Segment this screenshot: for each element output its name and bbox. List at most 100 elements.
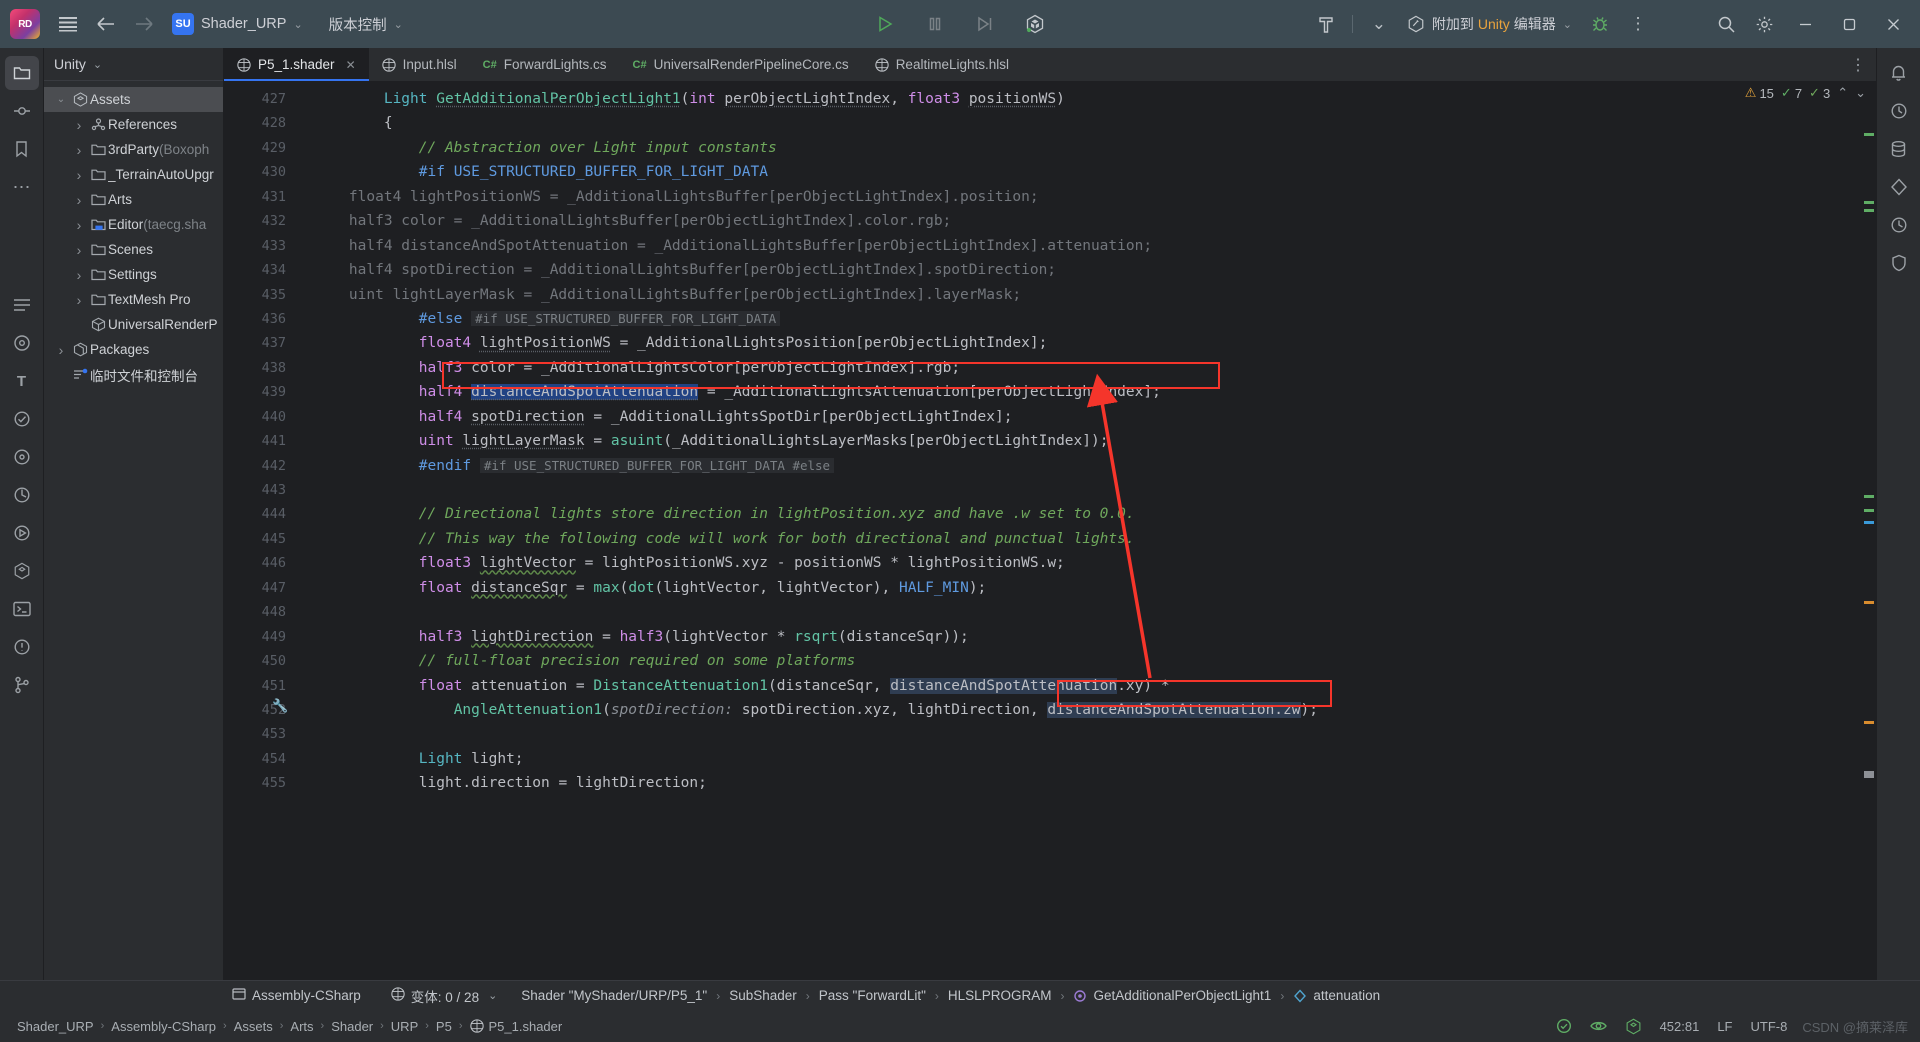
- security-icon[interactable]: [1882, 246, 1916, 280]
- fold-marker[interactable]: [296, 405, 314, 429]
- fold-marker[interactable]: [296, 429, 314, 453]
- warning-count-item[interactable]: ⚠ 15: [1745, 85, 1774, 101]
- fold-marker[interactable]: [296, 771, 314, 795]
- structure-tool-icon[interactable]: [5, 326, 39, 360]
- unity-tool-icon[interactable]: [5, 554, 39, 588]
- tree-item-universalrenderp[interactable]: UniversalRenderP: [44, 312, 223, 337]
- fold-marker[interactable]: [296, 527, 314, 551]
- code-line[interactable]: [314, 600, 1862, 624]
- unit-tests-tool-icon[interactable]: [5, 402, 39, 436]
- fold-marker[interactable]: [296, 454, 314, 478]
- code-line[interactable]: light.direction = lightDirection;: [314, 771, 1862, 795]
- fold-marker[interactable]: [296, 674, 314, 698]
- project-panel-header[interactable]: Unity ⌄: [44, 48, 223, 81]
- tab-bar-actions[interactable]: ⋮: [1850, 48, 1876, 81]
- pause-icon[interactable]: [917, 6, 953, 42]
- code-line[interactable]: #else #if USE_STRUCTURED_BUFFER_FOR_LIGH…: [314, 307, 1862, 331]
- code-line[interactable]: half3 color = _AdditionalLightsColor[per…: [314, 356, 1862, 380]
- nav-item[interactable]: HLSLPROGRAM: [940, 984, 1060, 1008]
- chevron-right-icon[interactable]: ›: [70, 217, 88, 233]
- tree-item-editor[interactable]: › Editor (taecg.sha: [44, 212, 223, 237]
- fold-marker[interactable]: [296, 283, 314, 307]
- attach-to-unity-widget[interactable]: 附加到 Unity 编辑器 ⌄: [1399, 9, 1580, 39]
- code-line[interactable]: half4 distanceAndSpotAttenuation = _Addi…: [314, 380, 1862, 404]
- debug-bug-icon[interactable]: [1582, 6, 1618, 42]
- wrench-icon[interactable]: 🔧: [272, 698, 288, 714]
- ai-assistant-icon[interactable]: [1882, 94, 1916, 128]
- tree-item-terrainautoupgr[interactable]: › _TerrainAutoUpgr: [44, 162, 223, 187]
- code-line[interactable]: half4 distanceAndSpotAttenuation = _Addi…: [314, 234, 1862, 258]
- hammer-build-icon[interactable]: [1308, 6, 1344, 42]
- tree-item-3rdparty[interactable]: › 3rdParty (Boxoph: [44, 137, 223, 162]
- nuget-tool-icon[interactable]: T: [5, 364, 39, 398]
- code-line[interactable]: uint lightLayerMask = asuint(_Additional…: [314, 429, 1862, 453]
- chevron-down-icon[interactable]: ⌄: [1361, 6, 1397, 42]
- fold-marker[interactable]: [296, 185, 314, 209]
- nav-item[interactable]: Shader "MyShader/URP/P5_1": [513, 984, 715, 1008]
- code-line[interactable]: uint lightLayerMask = _AdditionalLightsB…: [314, 283, 1862, 307]
- fold-marker[interactable]: [296, 380, 314, 404]
- file-encoding[interactable]: UTF-8: [1742, 1015, 1797, 1037]
- unity-status-icon[interactable]: [1616, 1015, 1651, 1037]
- chevron-down-icon[interactable]: ⌄: [1855, 85, 1866, 101]
- fold-marker[interactable]: [296, 209, 314, 233]
- tree-item-scenes[interactable]: › Scenes: [44, 237, 223, 262]
- path-crumb[interactable]: P5_1.shader: [463, 1015, 570, 1037]
- plugins-icon[interactable]: [1882, 170, 1916, 204]
- more-tools-icon[interactable]: ⋯: [5, 170, 39, 204]
- inspection-widget[interactable]: ⚠ 15 ✓ 7 ✓ 3 ⌃ ⌄: [1745, 85, 1866, 101]
- fold-marker[interactable]: [296, 258, 314, 282]
- chevron-right-icon[interactable]: ›: [70, 267, 88, 283]
- code-line[interactable]: Light GetAdditionalPerObjectLight1(int p…: [314, 87, 1862, 111]
- chevron-up-icon[interactable]: ⌃: [1837, 85, 1848, 101]
- check-count-item[interactable]: ✓ 7: [1781, 85, 1802, 101]
- code-line[interactable]: [314, 478, 1862, 502]
- fold-marker[interactable]: [296, 698, 314, 722]
- inspection-eye-icon[interactable]: [1581, 1015, 1616, 1037]
- commit-tool-icon[interactable]: [5, 94, 39, 128]
- chevron-right-icon[interactable]: ›: [70, 242, 88, 258]
- unity-log-icon[interactable]: [1882, 208, 1916, 242]
- vcs-widget[interactable]: 版本控制 ⌄: [321, 9, 411, 39]
- caret-position[interactable]: 452:81: [1651, 1015, 1709, 1037]
- code-line[interactable]: // Directional lights store direction in…: [314, 502, 1862, 526]
- database-icon[interactable]: [1882, 132, 1916, 166]
- gear-icon[interactable]: [1746, 6, 1782, 42]
- fold-marker[interactable]: [296, 234, 314, 258]
- path-crumb[interactable]: Assembly-CSharp: [104, 1015, 223, 1037]
- path-crumb[interactable]: Assets: [227, 1015, 280, 1037]
- chevron-right-icon[interactable]: ›: [70, 142, 88, 158]
- tree-item-textmesh-pro[interactable]: › TextMesh Pro: [44, 287, 223, 312]
- editor-tab-universalrenderpipelinecore-cs[interactable]: C# UniversalRenderPipelineCore.cs: [620, 48, 862, 81]
- more-vertical-icon[interactable]: ⋮: [1850, 55, 1866, 75]
- fold-marker[interactable]: [296, 356, 314, 380]
- fold-marker[interactable]: [296, 307, 314, 331]
- fold-gutter[interactable]: [296, 81, 314, 980]
- path-crumb[interactable]: Shader_URP: [10, 1015, 101, 1037]
- fold-marker[interactable]: [296, 111, 314, 135]
- fold-marker[interactable]: [296, 747, 314, 771]
- weak-count-item[interactable]: ✓ 3: [1809, 85, 1830, 101]
- project-tool-icon[interactable]: [4, 56, 39, 90]
- code-editor[interactable]: 427 428 429 430 431 432 433 434 435 436 437 438 439 4…: [224, 81, 1876, 980]
- code-line[interactable]: // This way the following code will work…: [314, 527, 1862, 551]
- code-line[interactable]: {: [314, 111, 1862, 135]
- bookmarks-tool-icon[interactable]: [5, 132, 39, 166]
- run-icon[interactable]: [867, 6, 903, 42]
- code-line[interactable]: #endif #if USE_STRUCTURED_BUFFER_FOR_LIG…: [314, 454, 1862, 478]
- tree-item-settings[interactable]: › Settings: [44, 262, 223, 287]
- run-tool-icon[interactable]: [5, 516, 39, 550]
- more-vertical-icon[interactable]: ⋮: [1620, 6, 1656, 42]
- fold-marker[interactable]: [296, 478, 314, 502]
- notifications-icon[interactable]: [1882, 56, 1916, 90]
- close-icon[interactable]: [1872, 0, 1914, 48]
- terminal-tool-icon[interactable]: [5, 592, 39, 626]
- code-line[interactable]: float4 lightPositionWS = _AdditionalLigh…: [314, 331, 1862, 355]
- tree-item-references[interactable]: › References: [44, 112, 223, 137]
- fold-marker[interactable]: [296, 576, 314, 600]
- fold-marker[interactable]: [296, 722, 314, 746]
- nav-item[interactable]: SubShader: [721, 984, 805, 1008]
- path-crumb[interactable]: URP: [384, 1015, 425, 1037]
- path-crumb[interactable]: Arts: [283, 1015, 320, 1037]
- maximize-icon[interactable]: [1828, 0, 1870, 48]
